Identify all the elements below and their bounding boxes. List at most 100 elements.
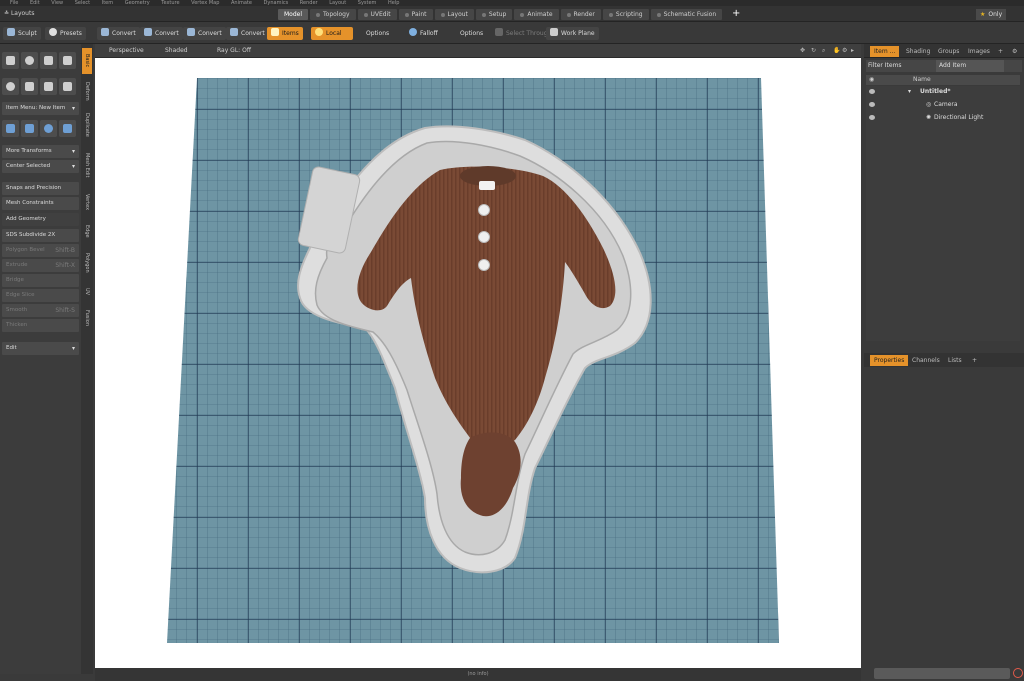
- tab-properties[interactable]: Properties: [870, 355, 909, 366]
- layout-tabs: Model Topology UVEdit Paint Layout Setup…: [278, 9, 723, 20]
- extrude-button[interactable]: Extrude Shift-X: [2, 259, 79, 272]
- local-button[interactable]: Local: [311, 27, 353, 40]
- star-icon: ★: [980, 11, 986, 18]
- item-list-header: ◉ Name: [866, 75, 1020, 85]
- tab-shading[interactable]: Shading: [902, 46, 934, 57]
- add-tab-icon[interactable]: +: [968, 355, 981, 366]
- falloff-button[interactable]: Falloff: [405, 27, 442, 40]
- options-button-1[interactable]: Options: [362, 27, 393, 40]
- perspective-dropdown[interactable]: Perspective: [109, 47, 144, 54]
- vtab-uv[interactable]: UV: [82, 284, 92, 300]
- snaps-precision-button[interactable]: Snaps and Precision: [2, 182, 79, 195]
- navigate-icon[interactable]: ✥: [800, 47, 805, 54]
- sculpt-button[interactable]: Sculpt: [3, 27, 41, 40]
- smooth-button[interactable]: Smooth Shift-S: [2, 304, 79, 317]
- cube-icon[interactable]: [2, 52, 19, 69]
- vtab-fusion[interactable]: Fusion: [82, 304, 92, 332]
- torus-icon[interactable]: [2, 78, 19, 95]
- bridge-button[interactable]: Bridge: [2, 274, 79, 287]
- convert-button-2[interactable]: Convert: [140, 27, 183, 40]
- edit-dropdown[interactable]: Edit ▾: [2, 342, 79, 355]
- tab-lists[interactable]: Lists: [944, 355, 966, 366]
- thicken-button[interactable]: Thicken: [2, 319, 79, 332]
- add-layout-button[interactable]: +: [732, 9, 740, 19]
- zoom-icon[interactable]: ⌕: [822, 47, 825, 55]
- item-menu-dropdown[interactable]: Item Menu: New Item ▾: [2, 102, 79, 115]
- tab-uvedit[interactable]: UVEdit: [357, 9, 397, 20]
- mesh-constraints-button[interactable]: Mesh Constraints: [2, 197, 79, 210]
- polygon-bevel-button[interactable]: Polygon Bevel Shift-B: [2, 244, 79, 257]
- 3d-viewport[interactable]: [95, 58, 861, 668]
- chevron-down-icon: ▾: [71, 345, 75, 352]
- vtab-basic[interactable]: Basic: [82, 48, 92, 74]
- expand-icon[interactable]: ▾: [908, 86, 911, 98]
- eye-icon[interactable]: [869, 102, 875, 107]
- layouts-button[interactable]: ≛ Layouts: [4, 9, 34, 19]
- tab-paint[interactable]: Paint: [398, 9, 433, 20]
- vtab-vertex[interactable]: Vertex: [82, 188, 92, 216]
- tab-channels[interactable]: Channels: [908, 355, 944, 366]
- chevron-down-icon: ▾: [71, 105, 75, 112]
- tab-animate[interactable]: Animate: [514, 9, 559, 20]
- add-tab-icon[interactable]: +: [994, 46, 1007, 57]
- globe-icon[interactable]: [40, 120, 57, 137]
- sphere-icon[interactable]: [21, 52, 38, 69]
- chevron-down-icon: ▾: [71, 148, 75, 155]
- curve-icon[interactable]: [40, 78, 57, 95]
- text-icon[interactable]: [59, 78, 76, 95]
- pan-icon[interactable]: ✋: [833, 47, 840, 54]
- ray-gl-toggle[interactable]: Ray GL: Off: [217, 47, 251, 54]
- add-item-dropdown[interactable]: Add Item: [936, 60, 1004, 72]
- work-plane-button[interactable]: Work Plane: [546, 27, 599, 40]
- eye-icon[interactable]: [869, 115, 875, 120]
- tab-layout[interactable]: Layout: [434, 9, 474, 20]
- tab-setup[interactable]: Setup: [475, 9, 513, 20]
- command-input[interactable]: [874, 668, 1010, 679]
- cone-icon[interactable]: [59, 52, 76, 69]
- pen-icon[interactable]: [21, 78, 38, 95]
- more-transforms-dropdown[interactable]: More Transforms ▾: [2, 145, 79, 158]
- tree-item-scene[interactable]: ▾ Untitled*: [866, 86, 1020, 98]
- tab-images[interactable]: Images: [964, 46, 994, 57]
- sds-subdivide-button[interactable]: SDS Subdivide 2X: [2, 229, 79, 242]
- vtab-mesh-edit[interactable]: Mesh Edit: [82, 146, 92, 184]
- expand-icon[interactable]: ▸: [851, 47, 854, 54]
- vtab-polygon[interactable]: Polygon: [82, 246, 92, 280]
- name-column-header[interactable]: Name: [913, 75, 931, 85]
- filter-items-input[interactable]: Filter Items: [868, 62, 902, 69]
- tree-item-camera[interactable]: ◎ Camera: [866, 99, 1020, 111]
- presets-button[interactable]: Presets: [45, 27, 86, 40]
- options-button-2[interactable]: Options: [456, 27, 487, 40]
- gear-icon[interactable]: ⚙: [842, 47, 847, 54]
- cylinder-icon[interactable]: [40, 52, 57, 69]
- convert-button-4[interactable]: Convert: [226, 27, 269, 40]
- shaded-dropdown[interactable]: Shaded: [165, 47, 188, 54]
- center-selected-dropdown[interactable]: Center Selected ▾: [2, 160, 79, 173]
- vtab-duplicate[interactable]: Duplicate: [82, 108, 92, 142]
- tab-item-list[interactable]: Item ...: [870, 46, 900, 57]
- only-toggle[interactable]: ★ Only: [976, 9, 1007, 20]
- convert-button-1[interactable]: Convert: [97, 27, 140, 40]
- tab-topology[interactable]: Topology: [310, 9, 356, 20]
- record-icon[interactable]: [1013, 668, 1023, 678]
- transform-icon[interactable]: [2, 120, 19, 137]
- vtab-edge[interactable]: Edge: [82, 220, 92, 242]
- tab-groups[interactable]: Groups: [934, 46, 963, 57]
- tab-schematic-fusion[interactable]: Schematic Fusion: [650, 9, 723, 20]
- items-button[interactable]: Items: [267, 27, 303, 40]
- tree-item-light[interactable]: ✺ Directional Light: [866, 112, 1020, 124]
- vtab-deform[interactable]: Deform: [82, 78, 92, 104]
- tab-scripting[interactable]: Scripting: [602, 9, 649, 20]
- presets-icon: [49, 28, 57, 36]
- local-icon: [315, 28, 323, 36]
- tab-render[interactable]: Render: [560, 9, 601, 20]
- convert-button-3[interactable]: Convert: [183, 27, 226, 40]
- edge-slice-button[interactable]: Edge Slice: [2, 289, 79, 302]
- eye-icon[interactable]: [869, 89, 875, 94]
- scale-icon[interactable]: [21, 120, 38, 137]
- tab-model[interactable]: Model: [278, 9, 309, 20]
- add-geometry-button[interactable]: Add Geometry: [2, 213, 79, 226]
- pyramid-icon[interactable]: [59, 120, 76, 137]
- rotate-icon[interactable]: ↻: [811, 47, 816, 54]
- gear-icon[interactable]: ⚙: [1008, 46, 1021, 57]
